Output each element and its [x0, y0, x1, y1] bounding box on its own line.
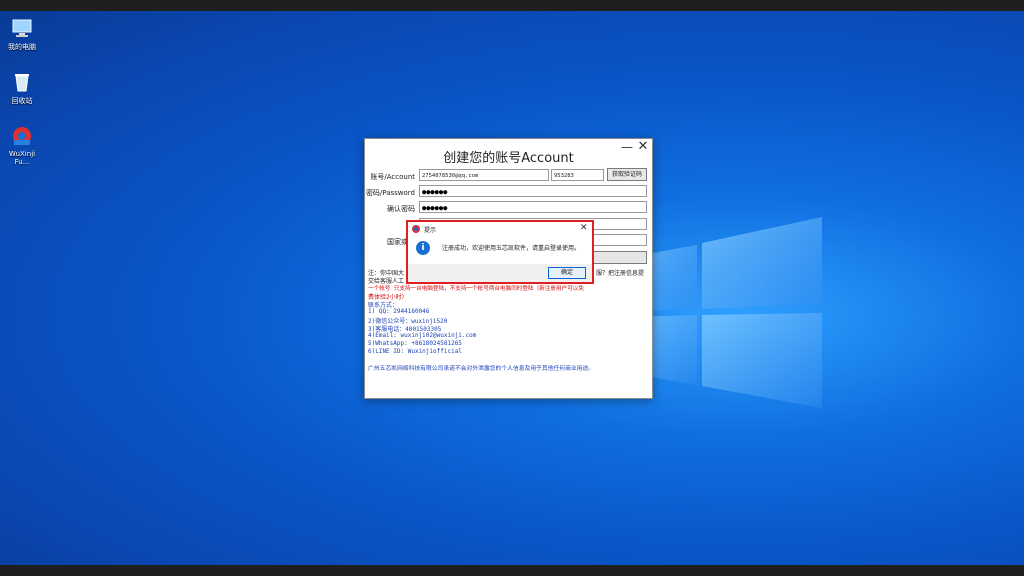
desktop-icon-wuxinji[interactable]: WuXinji Fu...	[2, 125, 42, 166]
success-message-box: 提示 ✕ i 注册成功，欢迎使用五芯凯软件，请重启登录使用。 确定	[406, 220, 594, 284]
desktop-icon-label: WuXinji Fu...	[8, 150, 36, 166]
message-box-title: 提示	[424, 227, 437, 234]
bottom-letterbox	[0, 565, 1024, 576]
contact-qq: 1) QQ: 2944160046	[368, 308, 430, 315]
ok-button[interactable]: 确定	[548, 267, 586, 279]
password-label: 密码/Password	[365, 189, 415, 197]
close-button[interactable]: ✕	[635, 140, 651, 154]
get-code-button[interactable]: 获取验证码	[607, 168, 647, 181]
note-line1-end: 服？把注册信息提	[596, 270, 645, 277]
message-text: 注册成功，欢迎使用五芯凯软件，请重启登录使用。	[442, 245, 581, 252]
confirm-password-label: 确认密码	[387, 205, 415, 213]
app-icon	[412, 225, 420, 233]
contact-line: 6)LINE ID: Wuxinjiofficial	[368, 348, 462, 355]
account-label: 账号/Account	[370, 173, 415, 181]
confirm-password-field[interactable]: ●●●●●●	[419, 201, 647, 213]
recycle-bin-icon	[11, 71, 33, 93]
account-field[interactable]: 2754078530@qq.com	[419, 169, 549, 181]
computer-icon	[11, 17, 33, 39]
contact-whatsapp: 5)WhatsApp: +8618024581265	[368, 340, 462, 347]
minimize-button[interactable]: —	[619, 140, 635, 154]
privacy-footer: 广州五芯凯网络科技有限公司承诺不会对外泄露您的个人信息及用于其他任何商业用途。	[368, 366, 595, 372]
top-letterbox	[0, 0, 1024, 11]
desktop-icon-computer[interactable]: 我的电脑	[2, 17, 42, 52]
desktop-icon-recycle-bin[interactable]: 回收站	[2, 71, 42, 106]
contact-email: 4)Email: wuxinji02@wuxinji.com	[368, 332, 477, 339]
wuxinji-app-icon	[11, 125, 33, 147]
desktop-icon-label: 回收站	[11, 97, 33, 105]
info-icon: i	[416, 241, 430, 255]
dialog-title: 创建您的账号Account	[443, 151, 574, 166]
message-box-close-icon[interactable]: ✕	[580, 223, 588, 233]
desktop-icon-label: 我的电脑	[8, 43, 36, 51]
password-field[interactable]: ●●●●●●	[419, 185, 647, 197]
verification-code-field[interactable]: 953283	[551, 169, 604, 181]
note-line3: 一个帐号 只支持一台电脑登陆，不支持一个帐号两台电脑同时登陆（新注册用户可以免	[368, 286, 584, 292]
